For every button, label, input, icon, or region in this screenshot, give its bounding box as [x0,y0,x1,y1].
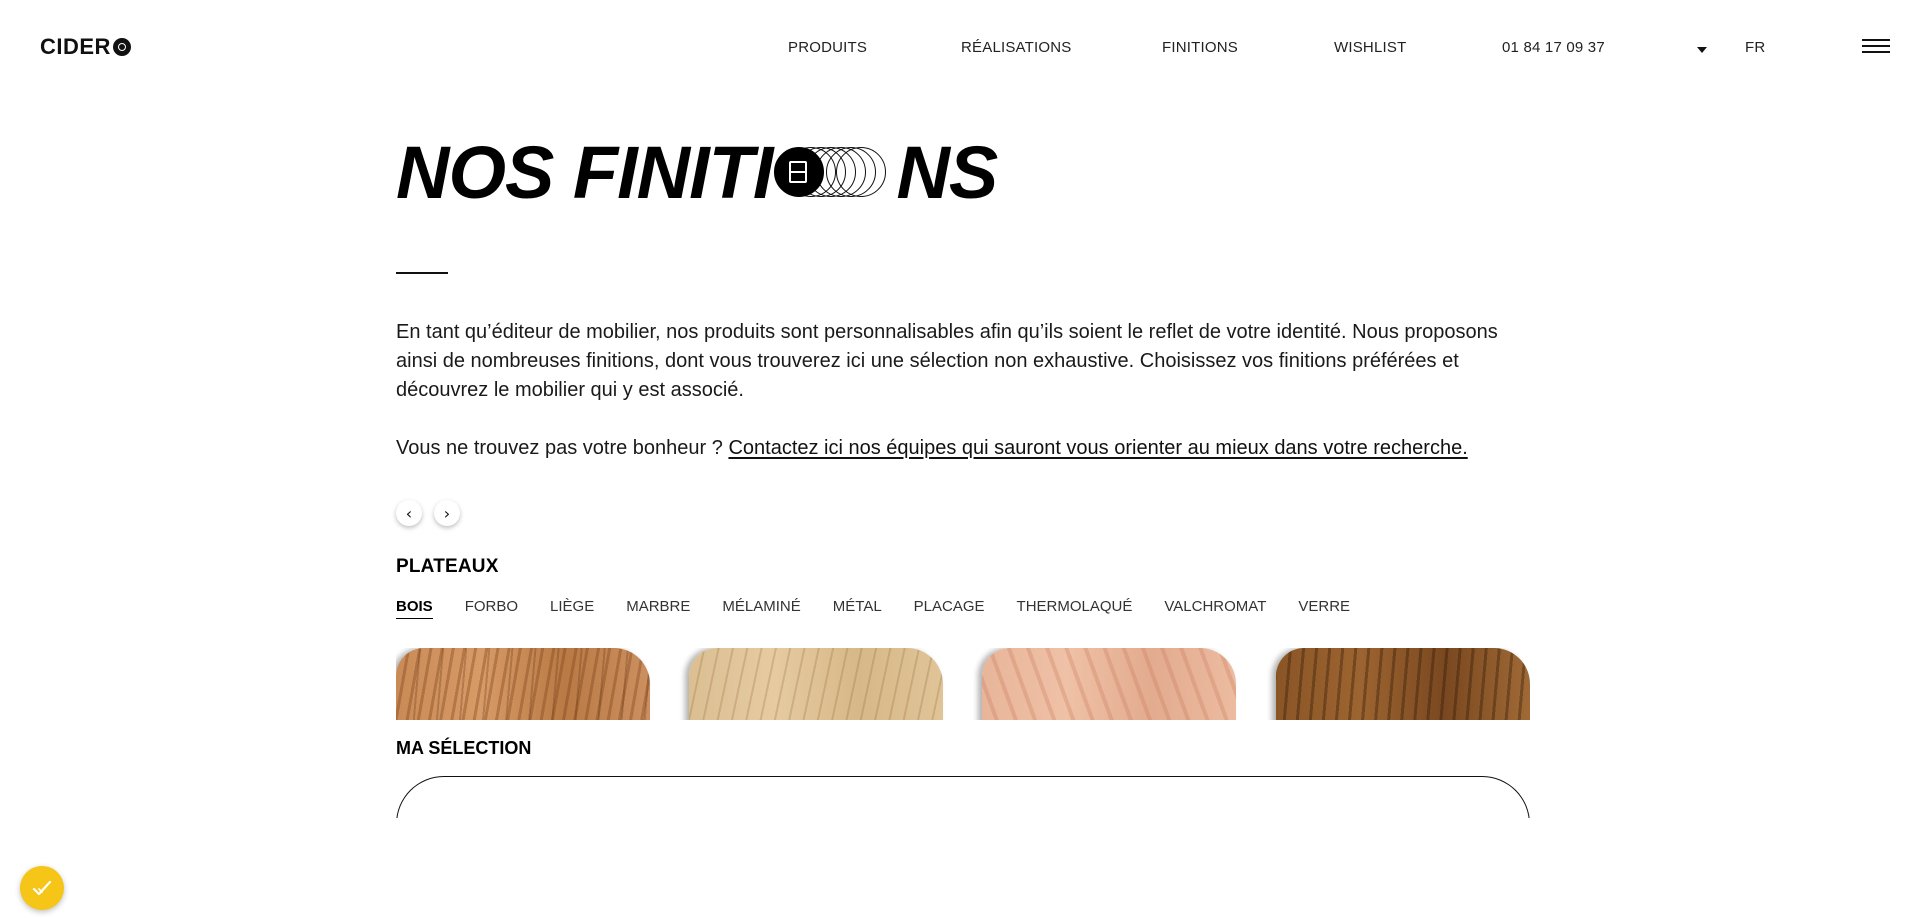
finish-swatches [396,648,1530,720]
check-icon [32,880,52,896]
chevron-right-icon: › [443,503,451,523]
nav-phone[interactable]: 01 84 17 09 37 [1502,39,1605,56]
wood-swatch[interactable] [396,648,650,720]
tab-forbo[interactable]: FORBO [465,598,518,619]
section-title-plateaux: PLATEAUX [396,556,499,577]
tab-bois[interactable]: BOIS [396,598,433,619]
title-divider [396,272,448,274]
title-o-rings-icon [774,145,894,201]
chevron-left-icon: ‹ [405,503,413,523]
site-header: CIDER PRODUITS RÉALISATIONS FINITIONS WI… [0,0,1920,96]
logo[interactable]: CIDER [40,34,131,60]
selection-panel-fade [380,818,1550,919]
hamburger-line [1862,51,1890,53]
contact-link[interactable]: Contactez ici nos équipes qui sauront vo… [728,437,1467,459]
wood-swatch[interactable] [982,648,1236,720]
title-part-1: NOS FINITI [396,131,773,214]
nav-produits[interactable]: PRODUITS [788,39,867,56]
tab-marbre[interactable]: MARBRE [626,598,690,619]
tab-placage[interactable]: PLACAGE [914,598,985,619]
cookie-settings-button[interactable] [20,866,64,910]
tab-valchromat[interactable]: VALCHROMAT [1164,598,1266,619]
nav-wishlist[interactable]: WISHLIST [1334,39,1406,56]
tab-thermolaque[interactable]: THERMOLAQUÉ [1017,598,1133,619]
contact-line: Vous ne trouvez pas votre bonheur ? Cont… [396,434,1468,463]
dropdown-caret-icon[interactable] [1697,47,1707,53]
tab-verre[interactable]: VERRE [1298,598,1350,619]
hamburger-line [1862,39,1890,41]
carousel-next-button[interactable]: › [434,500,460,526]
hamburger-menu-icon[interactable] [1862,39,1890,55]
nav-realisations[interactable]: RÉALISATIONS [961,39,1071,56]
finish-tabs: BOIS FORBO LIÈGE MARBRE MÉLAMINÉ MÉTAL P… [396,598,1382,619]
logo-mark-icon [112,38,131,56]
intro-paragraph: En tant qu’éditeur de mobilier, nos prod… [396,321,1498,401]
tab-melamine[interactable]: MÉLAMINÉ [722,598,800,619]
carousel-prev-button[interactable]: ‹ [396,500,422,526]
tab-metal[interactable]: MÉTAL [833,598,882,619]
page-title: NOS FINITI NS [396,131,998,214]
wood-swatch[interactable] [1276,648,1530,720]
nav-finitions[interactable]: FINITIONS [1162,39,1238,56]
logo-text: CIDER [40,34,111,59]
contact-prefix: Vous ne trouvez pas votre bonheur ? [396,437,729,459]
selection-title: MA SÉLECTION [396,738,532,758]
language-selector[interactable]: FR [1745,39,1765,56]
tab-liege[interactable]: LIÈGE [550,598,594,619]
wood-swatch[interactable] [689,648,943,720]
hamburger-line [1862,45,1890,47]
title-part-2: NS [896,131,998,214]
